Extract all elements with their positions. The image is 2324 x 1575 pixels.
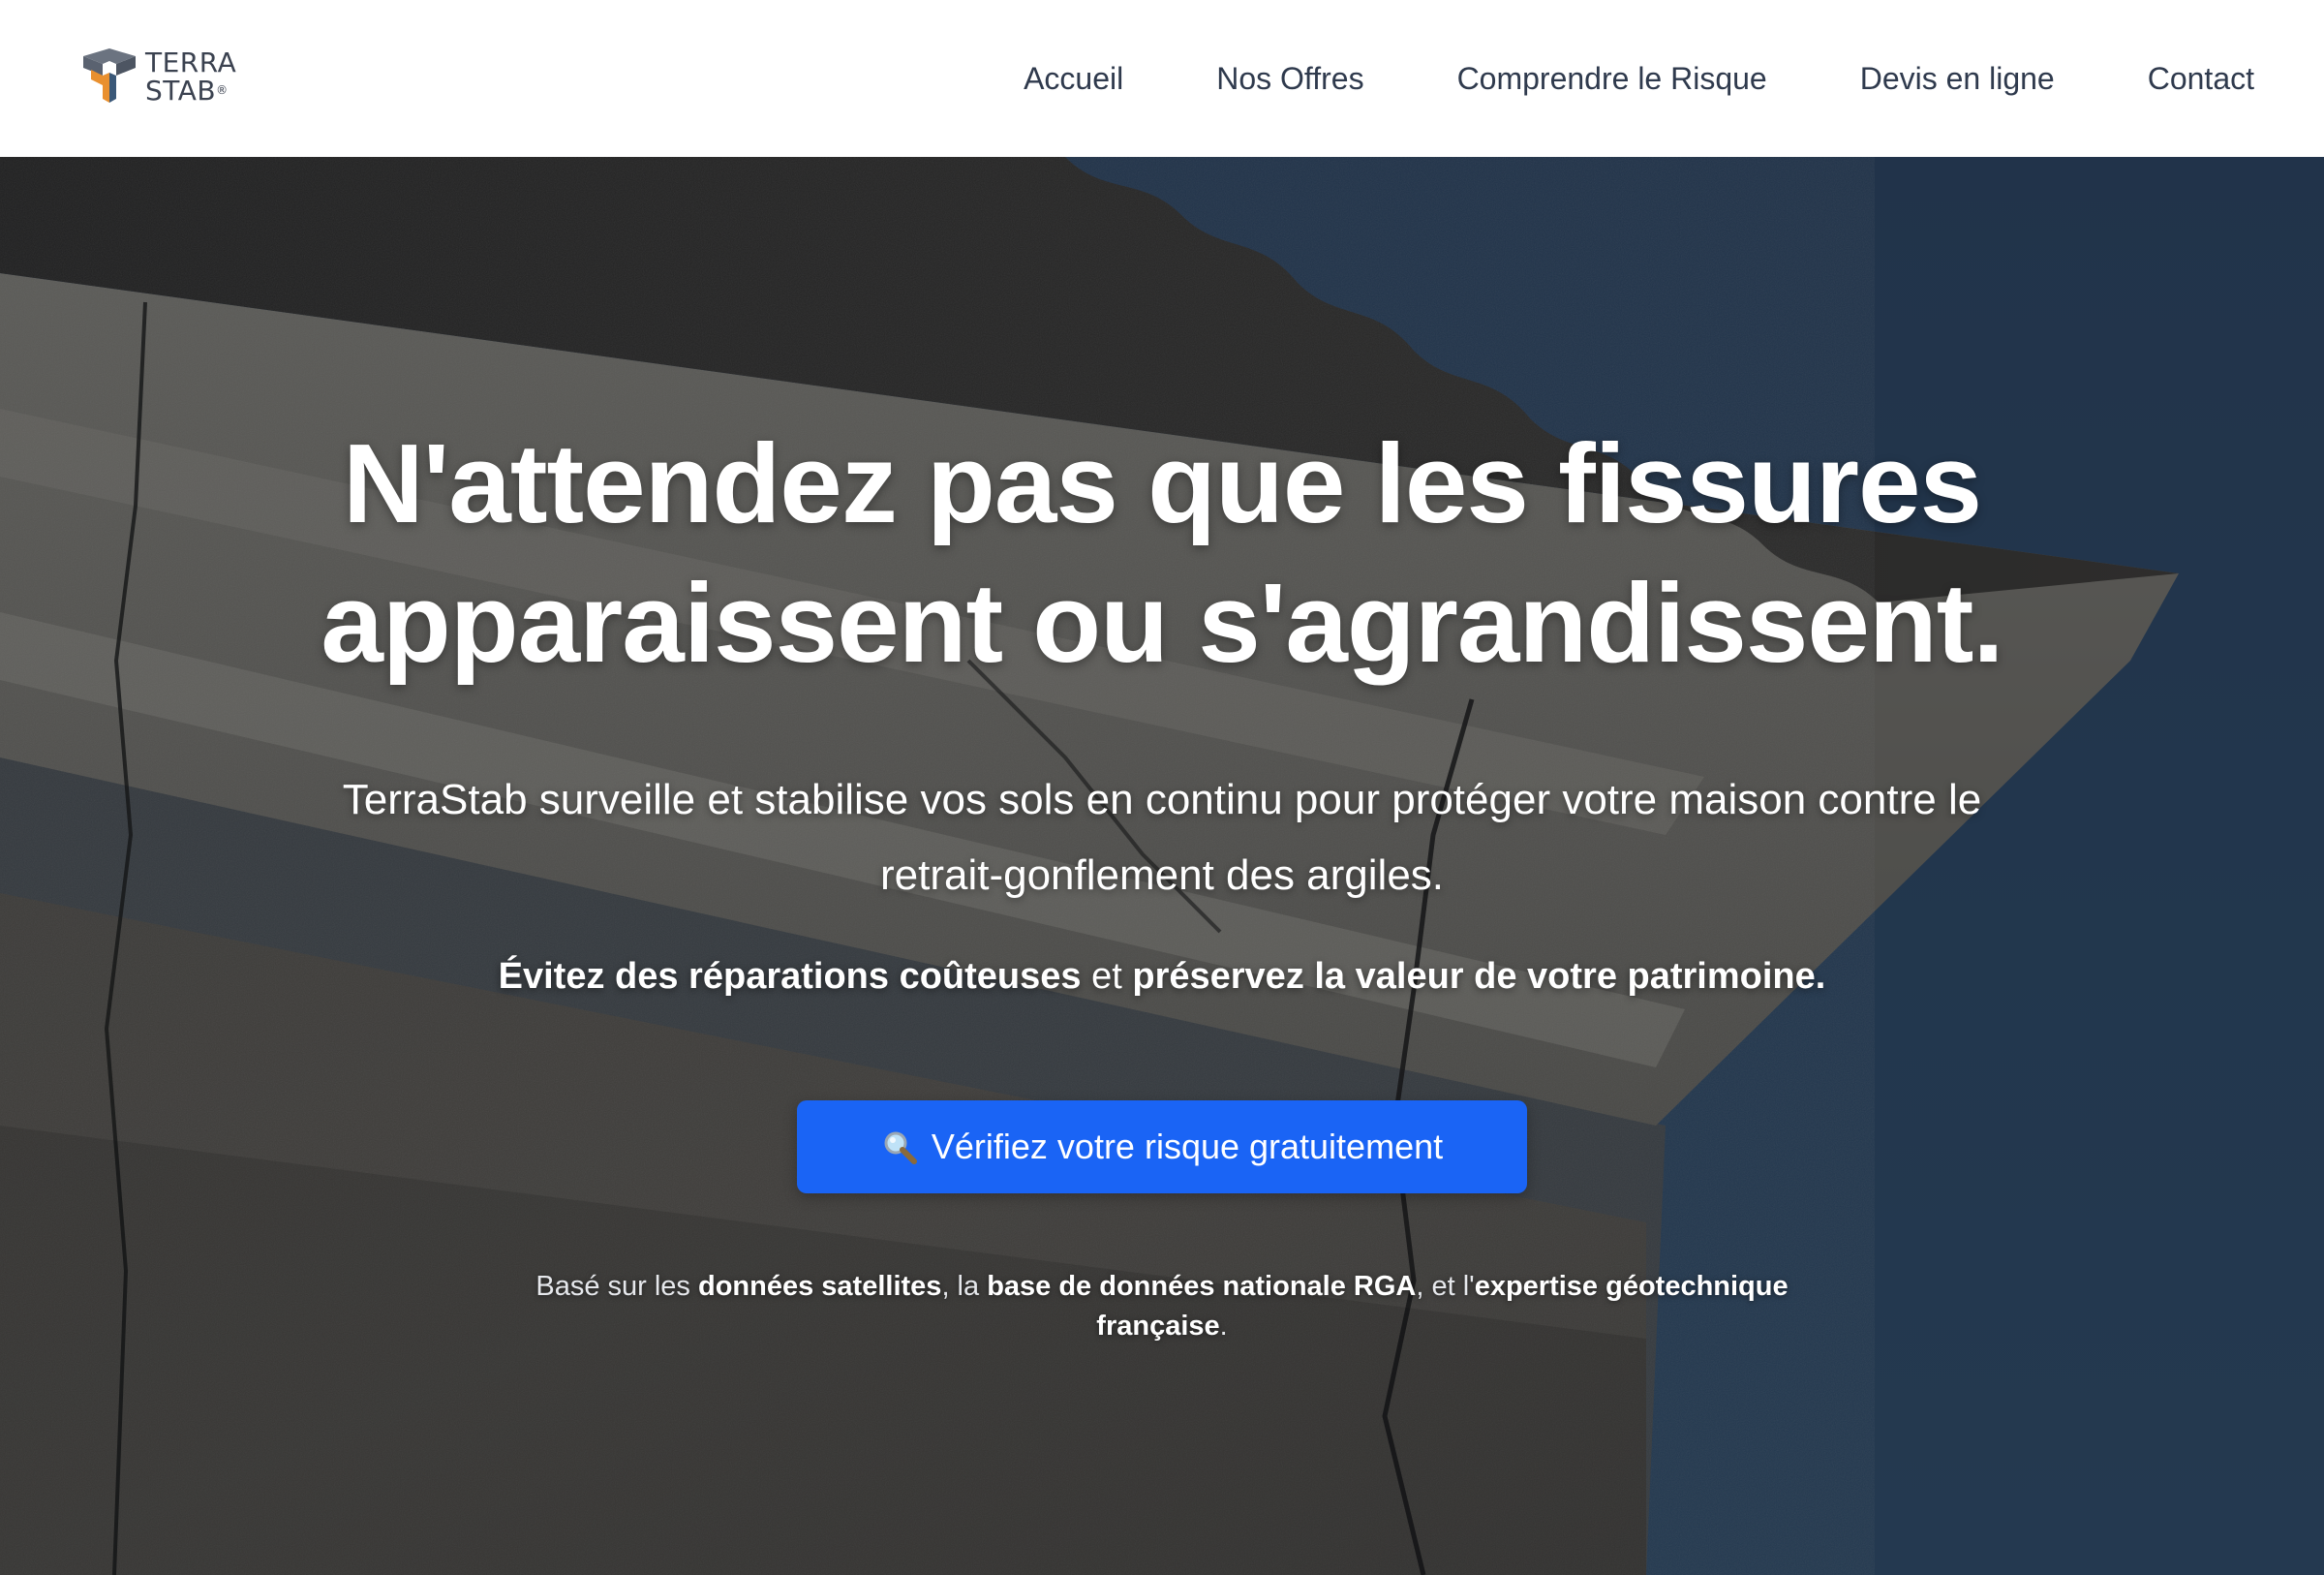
terrastab-logo-icon	[83, 48, 136, 103]
note-text-4: .	[1219, 1311, 1228, 1342]
nav-link-nos-offres[interactable]: Nos Offres	[1216, 61, 1363, 97]
note-text-3: , et l'	[1416, 1271, 1475, 1302]
tagline-emphasis-1: Évitez des réparations coûteuses	[498, 956, 1082, 997]
hero-subtitle: TerraStab surveille et stabilise vos sol…	[342, 776, 1982, 899]
nav-link-accueil[interactable]: Accueil	[1024, 61, 1123, 97]
site-header: TERRA STAB® Accueil Nos Offres Comprendr…	[0, 0, 2324, 157]
check-risk-button[interactable]: Vérifiez votre risque gratuitement	[797, 1100, 1527, 1193]
note-bold-satellites: données satellites	[698, 1271, 942, 1302]
nav-link-devis-en-ligne[interactable]: Devis en ligne	[1860, 61, 2055, 97]
logo-wordmark: TERRA STAB®	[145, 48, 236, 105]
hero-content: N'attendez pas que les fissures apparais…	[0, 157, 2324, 1575]
search-icon	[884, 1131, 917, 1164]
hero-title-line-2: apparaissent ou s'agrandissent.	[321, 560, 2003, 686]
note-text-1: Basé sur les	[535, 1271, 698, 1302]
nav-link-contact[interactable]: Contact	[2148, 61, 2254, 97]
hero-title-line-1: N'attendez pas que les fissures	[342, 420, 1982, 546]
registered-mark: ®	[216, 83, 229, 97]
hero-tagline: Évitez des réparations coûteuses et prés…	[290, 951, 2034, 1002]
logo-line-stab: STAB®	[145, 77, 236, 105]
main-nav: Accueil Nos Offres Comprendre le Risque …	[1024, 0, 2254, 157]
hero-title: N'attendez pas que les fissures apparais…	[194, 414, 2130, 693]
terrastab-logo[interactable]: TERRA STAB®	[79, 46, 254, 107]
note-text-2: , la	[941, 1271, 988, 1302]
nav-link-comprendre-le-risque[interactable]: Comprendre le Risque	[1457, 61, 1767, 97]
check-risk-button-label: Vérifiez votre risque gratuitement	[931, 1127, 1444, 1166]
note-bold-rga: base de données nationale RGA	[987, 1271, 1417, 1302]
tagline-emphasis-2: préservez la valeur de votre patrimoine.	[1132, 956, 1826, 997]
logo-line-stab-text: STAB	[145, 75, 217, 107]
hero-section: N'attendez pas que les fissures apparais…	[0, 157, 2324, 1575]
tagline-connector: et	[1081, 956, 1133, 997]
hero-source-note: Basé sur les données satellites, la base…	[504, 1267, 1820, 1346]
logo-line-terra: TERRA	[145, 46, 237, 78]
